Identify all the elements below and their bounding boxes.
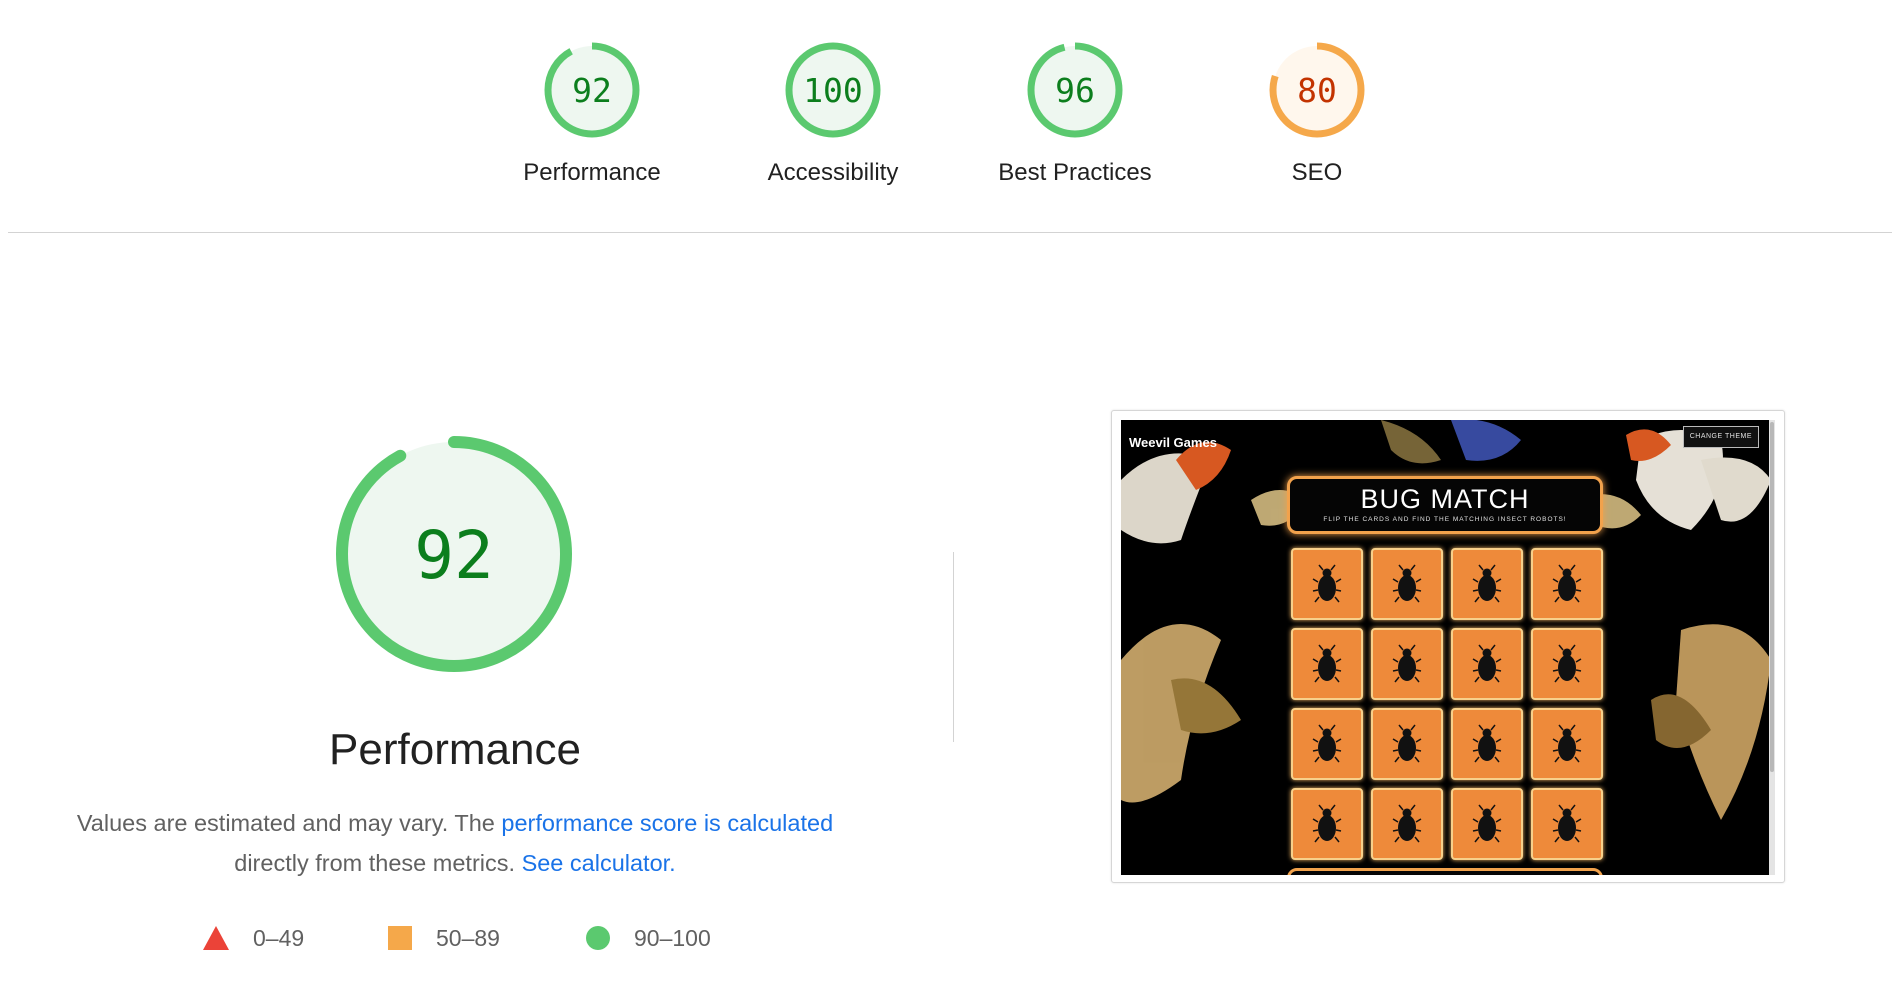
game-card bbox=[1451, 788, 1523, 860]
gauge-ring: 100 bbox=[785, 42, 881, 138]
description-text: Values are estimated and may vary. The bbox=[76, 810, 502, 836]
screenshot-scrollbar bbox=[1769, 420, 1775, 875]
performance-description: Values are estimated and may vary. The p… bbox=[40, 803, 870, 883]
bug-icon bbox=[1312, 724, 1342, 763]
game-card bbox=[1531, 708, 1603, 780]
gauge-score: 96 bbox=[1055, 71, 1095, 110]
gauge-ring: 80 bbox=[1269, 42, 1365, 138]
bug-icon bbox=[1392, 804, 1422, 843]
game-card bbox=[1291, 548, 1363, 620]
game-card bbox=[1291, 628, 1363, 700]
score-calculation-link[interactable]: performance score is calculated bbox=[501, 810, 833, 836]
game-card bbox=[1371, 708, 1443, 780]
game-card bbox=[1531, 628, 1603, 700]
legend-range: 50–89 bbox=[436, 924, 500, 951]
game-card bbox=[1291, 788, 1363, 860]
legend-fail: 0–49 bbox=[203, 920, 304, 956]
see-calculator-link[interactable]: See calculator. bbox=[522, 850, 676, 876]
gauge-score: 92 bbox=[572, 71, 612, 110]
brand-name: Weevil Games bbox=[1129, 435, 1217, 450]
section-divider bbox=[8, 232, 1892, 233]
gauge-label: Performance bbox=[523, 159, 661, 186]
bug-icon bbox=[1312, 564, 1342, 603]
game-card bbox=[1451, 548, 1523, 620]
gauge-score: 80 bbox=[1297, 71, 1337, 110]
score-legend: 0–49 50–89 90–100 bbox=[0, 920, 900, 956]
bug-icon bbox=[1552, 724, 1582, 763]
game-card bbox=[1371, 628, 1443, 700]
bug-icon bbox=[1552, 564, 1582, 603]
gauge-ring: 96 bbox=[1027, 42, 1123, 138]
final-screenshot[interactable]: Weevil Games CHANGE THEME BUG MATCH FLIP… bbox=[1111, 410, 1785, 883]
gauge-accessibility[interactable]: 100 Accessibility bbox=[713, 40, 953, 187]
game-card bbox=[1531, 548, 1603, 620]
performance-gauge: 92 bbox=[336, 436, 572, 672]
vertical-divider bbox=[953, 552, 954, 742]
gauge-ring: 92 bbox=[544, 42, 640, 138]
game-card bbox=[1371, 548, 1443, 620]
bug-icon bbox=[1552, 804, 1582, 843]
game-title: BUG MATCH bbox=[1360, 484, 1530, 514]
bug-icon bbox=[1312, 644, 1342, 683]
gauge-label: SEO bbox=[1291, 159, 1343, 186]
legend-range: 0–49 bbox=[253, 924, 305, 951]
bug-icon bbox=[1312, 804, 1342, 843]
bug-icon bbox=[1472, 804, 1502, 843]
bug-icon bbox=[1472, 564, 1502, 603]
game-subtitle: FLIP THE CARDS AND FIND THE MATCHING INS… bbox=[1323, 516, 1567, 523]
legend-range: 90–100 bbox=[634, 924, 711, 951]
gauge-best-practices[interactable]: 96 Best Practices bbox=[955, 40, 1195, 187]
game-bottom-bar bbox=[1287, 868, 1603, 875]
category-gauges: 92 Performance 100 Accessibility 96 Best… bbox=[0, 0, 1900, 232]
triangle-icon bbox=[203, 926, 229, 950]
game-card bbox=[1531, 788, 1603, 860]
square-icon bbox=[388, 926, 412, 950]
card-grid bbox=[1291, 548, 1607, 860]
change-theme-button: CHANGE THEME bbox=[1682, 426, 1759, 448]
bug-icon bbox=[1552, 644, 1582, 683]
bug-icon bbox=[1472, 724, 1502, 763]
game-card bbox=[1291, 708, 1363, 780]
game-card bbox=[1451, 708, 1523, 780]
game-card bbox=[1451, 628, 1523, 700]
game-card bbox=[1371, 788, 1443, 860]
performance-title: Performance bbox=[329, 725, 581, 774]
legend-pass: 90–100 bbox=[586, 920, 711, 956]
circle-icon bbox=[586, 926, 610, 950]
gauge-label: Accessibility bbox=[767, 159, 899, 186]
bug-icon bbox=[1472, 644, 1502, 683]
gauge-seo[interactable]: 80 SEO bbox=[1197, 40, 1437, 187]
bug-icon bbox=[1392, 644, 1422, 683]
legend-average: 50–89 bbox=[388, 920, 500, 956]
gauge-performance[interactable]: 92 Performance bbox=[472, 40, 712, 187]
game-title-box: BUG MATCH FLIP THE CARDS AND FIND THE MA… bbox=[1287, 476, 1603, 534]
bug-icon bbox=[1392, 724, 1422, 763]
gauge-label: Best Practices bbox=[998, 159, 1152, 186]
performance-score: 92 bbox=[414, 517, 493, 594]
bug-icon bbox=[1392, 564, 1422, 603]
description-text: directly from these metrics. bbox=[234, 850, 522, 876]
screenshot-image: Weevil Games CHANGE THEME BUG MATCH FLIP… bbox=[1121, 420, 1775, 875]
gauge-score: 100 bbox=[803, 71, 863, 110]
scrollbar-handle bbox=[1770, 422, 1774, 772]
